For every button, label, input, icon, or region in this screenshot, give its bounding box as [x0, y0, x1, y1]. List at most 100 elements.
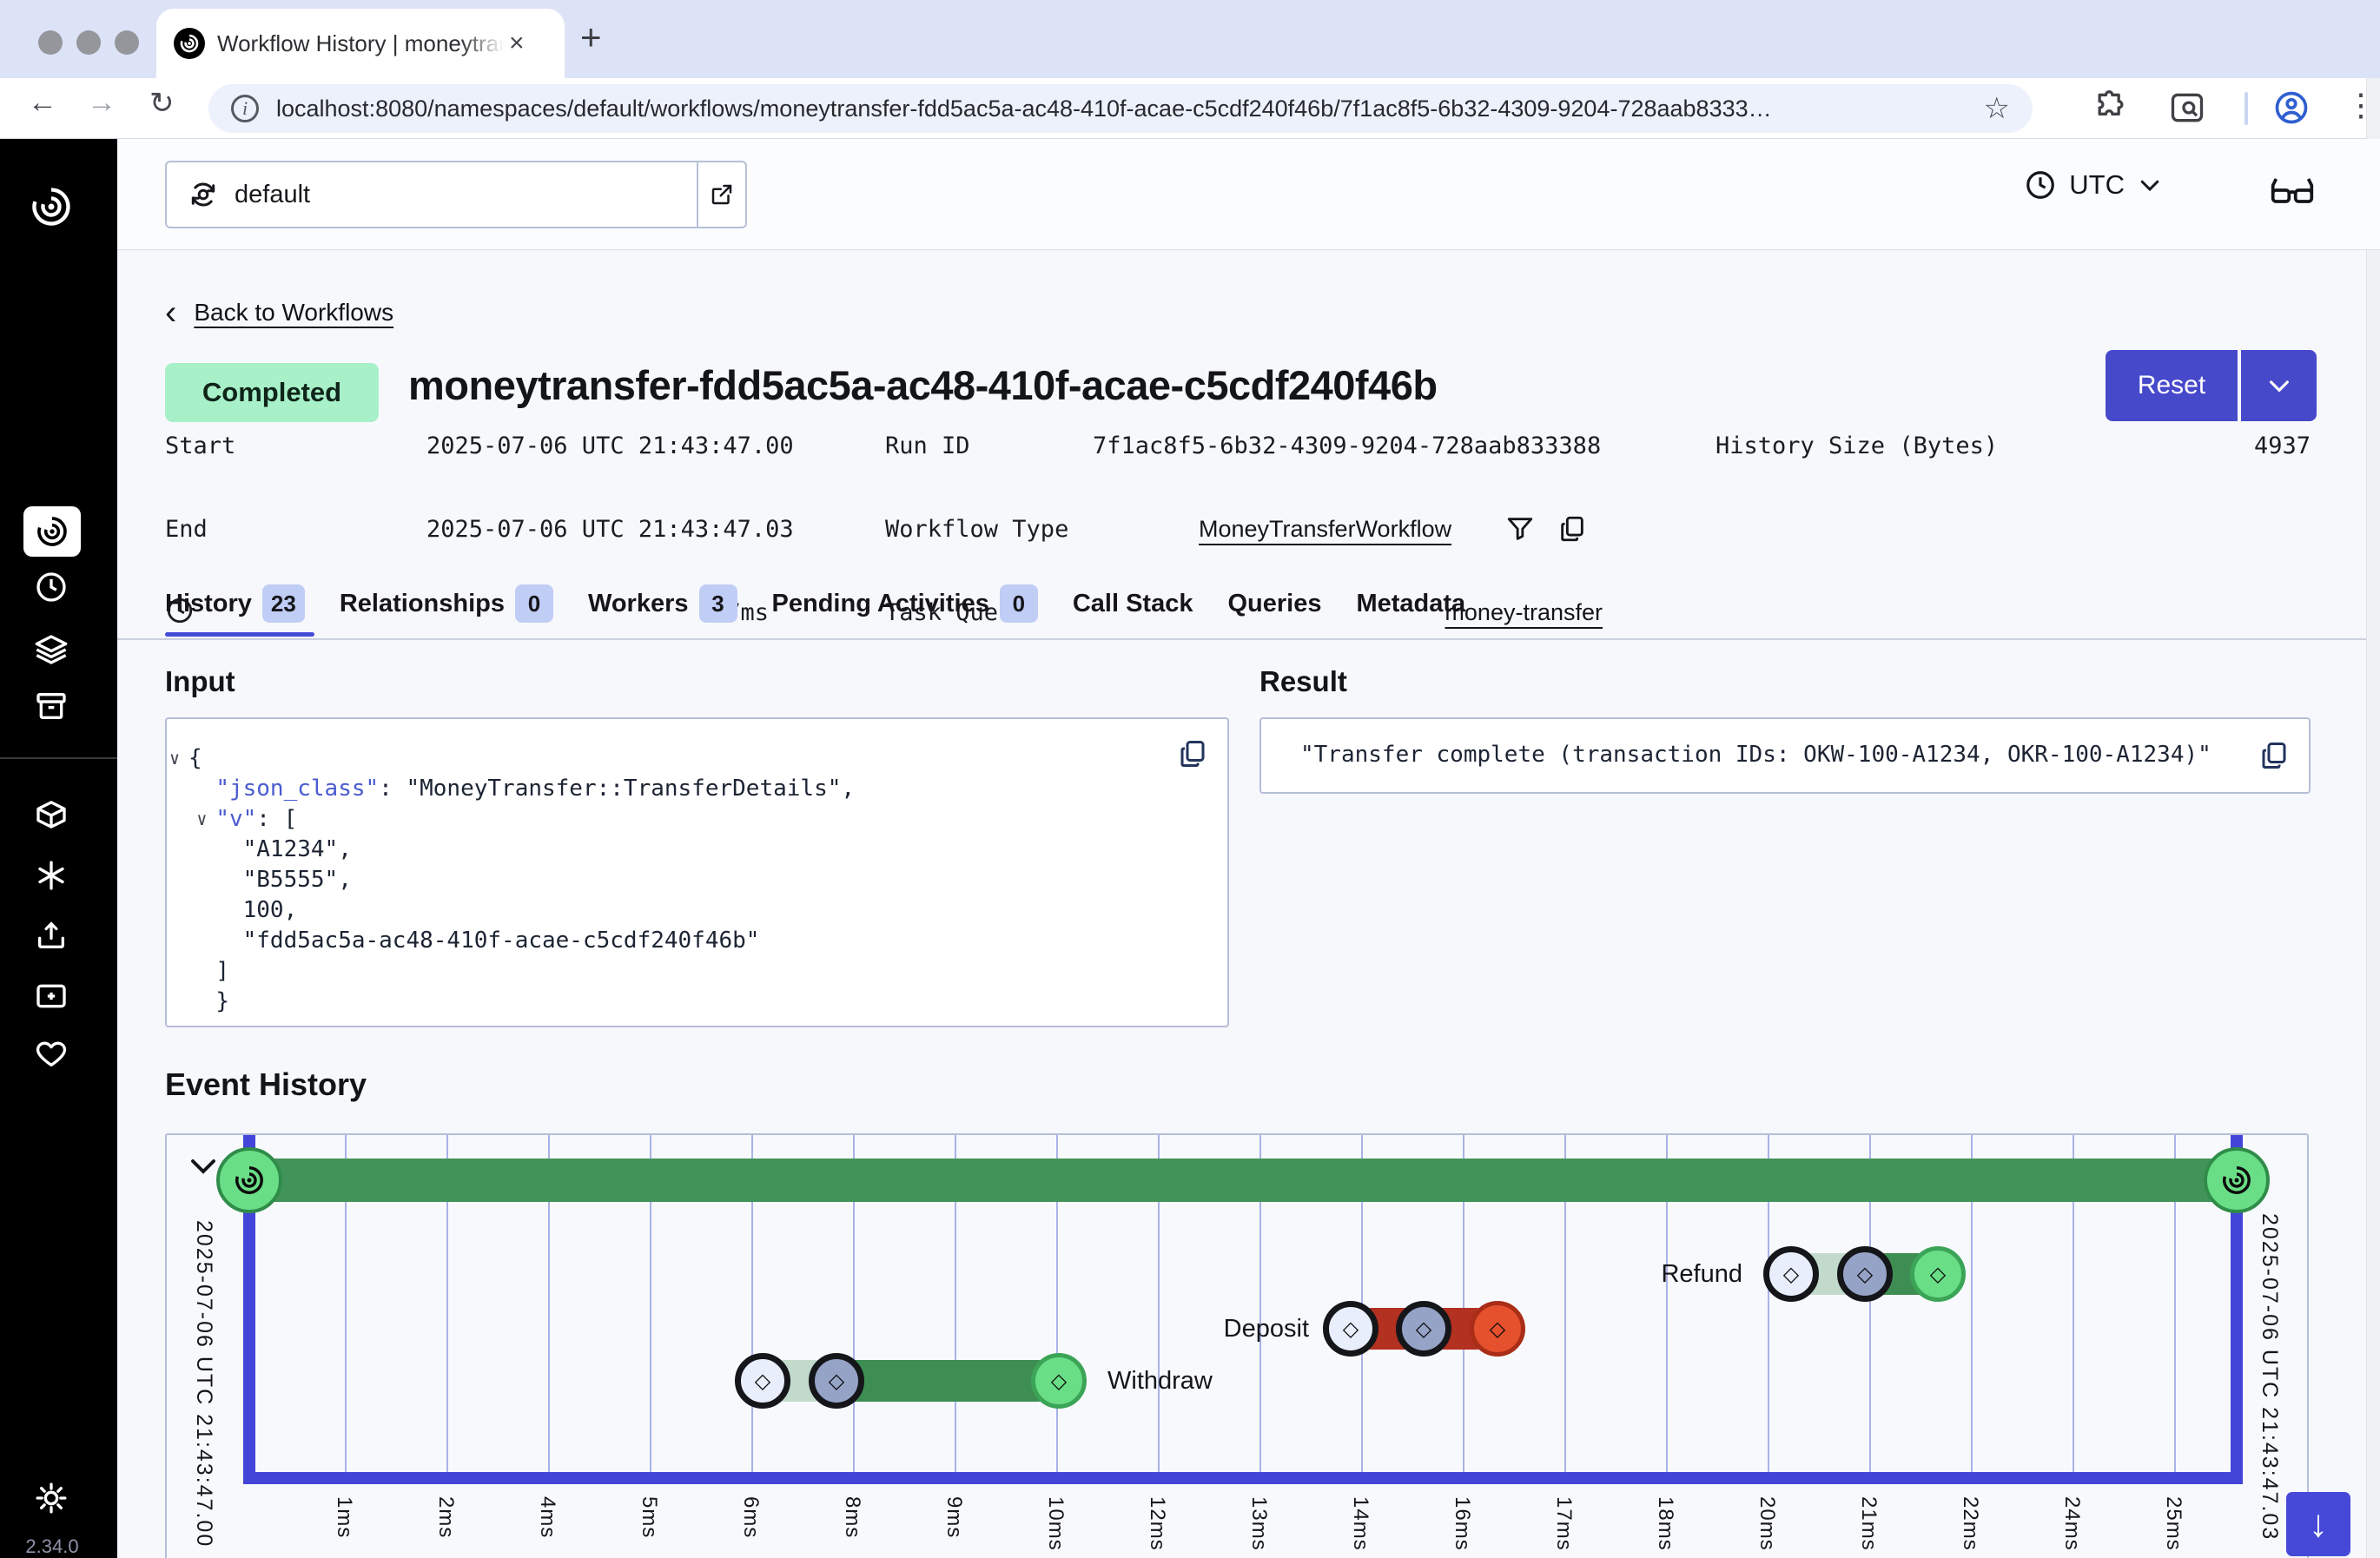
browser-tab[interactable]: Workflow History | moneytran ×	[156, 9, 565, 78]
workflow-started-node[interactable]	[216, 1147, 282, 1213]
window-close-button[interactable]	[38, 30, 63, 55]
window-minimize-button[interactable]	[76, 30, 101, 55]
tab-queries[interactable]: Queries	[1227, 590, 1321, 618]
sidebar-item-schedules[interactable]	[34, 570, 69, 604]
scroll-to-bottom-button[interactable]: ↓	[2286, 1492, 2350, 1556]
withdraw-completed-node[interactable]: ◇	[1031, 1353, 1087, 1409]
bookmark-star-icon[interactable]: ☆	[1984, 91, 2010, 126]
tick-label: 8ms	[840, 1496, 864, 1538]
history-size-value: 4937	[2141, 432, 2311, 459]
workflow-completed-node[interactable]	[2204, 1147, 2270, 1213]
input-heading: Input	[165, 665, 235, 698]
namespace-selector[interactable]: default	[165, 161, 747, 228]
sidebar-item-nexus[interactable]	[34, 797, 69, 832]
labs-glasses-icon[interactable]	[2270, 172, 2315, 208]
tick-label: 2ms	[433, 1496, 458, 1538]
result-value: "Transfer complete (transaction IDs: OKW…	[1300, 742, 2211, 768]
collapse-chevron-icon[interactable]: ∨	[169, 743, 180, 774]
sidebar-item-import[interactable]	[34, 918, 69, 953]
input-json[interactable]: ∨{ "json_class": "MoneyTransfer::Transfe…	[188, 743, 855, 1017]
new-tab-button[interactable]: +	[580, 19, 602, 56]
workflow-execution-bar[interactable]	[249, 1159, 2237, 1202]
tick-label: 10ms	[1043, 1496, 1068, 1551]
tab-search-icon[interactable]	[2168, 89, 2206, 127]
filter-funnel-icon[interactable]	[1505, 514, 1535, 544]
window-zoom-button[interactable]	[115, 30, 139, 55]
timezone-selector[interactable]: UTC	[2024, 168, 2163, 201]
tab-metadata[interactable]: Metadata	[1356, 590, 1465, 618]
deposit-failed-node[interactable]: ◇	[1470, 1301, 1525, 1357]
tab-title: Workflow History | moneytran	[217, 30, 504, 57]
input-copy-icon[interactable]	[1177, 738, 1208, 769]
deposit-started-node[interactable]: ◇	[1396, 1301, 1451, 1357]
sidebar-item-favorites[interactable]	[34, 1036, 69, 1071]
forward-icon[interactable]: →	[87, 86, 116, 120]
withdraw-running-segment[interactable]	[836, 1360, 1059, 1402]
tab-call-stack[interactable]: Call Stack	[1073, 590, 1193, 618]
back-icon[interactable]: ←	[28, 86, 57, 120]
chevron-down-icon	[2137, 172, 2163, 198]
tick-label: 16ms	[1450, 1496, 1474, 1551]
start-label: Start	[165, 432, 235, 459]
tab-pending-activities-count: 0	[1000, 584, 1038, 623]
run-id-label: Run ID	[885, 432, 970, 459]
clock-icon	[2024, 168, 2057, 201]
workflow-type-link[interactable]: MoneyTransferWorkflow	[1199, 516, 1451, 543]
sidebar-item-archive[interactable]	[34, 689, 69, 723]
profile-avatar-icon[interactable]	[2272, 89, 2311, 127]
refund-completed-node[interactable]: ◇	[1910, 1246, 1966, 1302]
workflow-type-label: Workflow Type	[885, 516, 1068, 543]
result-copy-icon[interactable]	[2258, 740, 2290, 771]
back-to-workflows-link[interactable]: Back to Workflows	[194, 299, 393, 327]
reset-split-button: Reset	[2106, 350, 2317, 421]
site-info-icon[interactable]: i	[231, 95, 259, 122]
sidebar-item-task-queues[interactable]	[34, 632, 69, 667]
refund-started-node[interactable]: ◇	[1837, 1246, 1893, 1302]
app-header: default UTC	[117, 139, 2380, 250]
event-history-heading: Event History	[165, 1066, 367, 1103]
deposit-scheduled-node[interactable]: ◇	[1323, 1301, 1378, 1357]
tick-label: 12ms	[1145, 1496, 1169, 1551]
end-label: End	[165, 516, 208, 543]
end-value: 2025-07-06 UTC 21:43:47.03	[426, 516, 794, 543]
tab-relationships[interactable]: Relationships 0	[340, 584, 553, 623]
withdraw-scheduled-node[interactable]: ◇	[735, 1353, 790, 1409]
detail-tabs: History 23 Relationships 0 Workers 3 Pen…	[165, 584, 1465, 623]
ui-version-label: 2.34.0	[0, 1535, 104, 1558]
start-value: 2025-07-06 UTC 21:43:47.00	[426, 432, 794, 459]
reset-dropdown-button[interactable]	[2241, 350, 2317, 421]
event-history-timeline[interactable]: Refund ◇ ◇ ◇ Deposit ◇ ◇ ◇ ◇ ◇ ◇ Withdra…	[165, 1133, 2309, 1558]
workflow-page: ‹ Back to Workflows Completed moneytrans…	[117, 250, 2366, 1558]
tab-workers[interactable]: Workers 3	[588, 584, 737, 623]
result-heading: Result	[1259, 665, 1347, 698]
page-scrollbar[interactable]	[2366, 78, 2380, 1558]
timeline-collapse-chevron-icon[interactable]	[188, 1151, 219, 1182]
address-bar[interactable]: i localhost:8080/namespaces/default/work…	[208, 84, 2033, 133]
reset-button[interactable]: Reset	[2106, 350, 2238, 421]
theme-toggle-sun-icon[interactable]	[34, 1481, 69, 1515]
sidebar-item-feedback[interactable]	[34, 979, 69, 1013]
tab-history[interactable]: History 23	[165, 584, 305, 623]
copy-icon[interactable]	[1557, 514, 1587, 544]
tab-close-icon[interactable]: ×	[509, 30, 525, 56]
timeline-bottom-axis	[243, 1472, 2243, 1484]
tab-pending-activities[interactable]: Pending Activities 0	[772, 584, 1038, 623]
tab-relationships-count: 0	[515, 584, 553, 623]
url-text[interactable]: localhost:8080/namespaces/default/workfl…	[276, 96, 1973, 122]
workflows-spiral-icon	[35, 514, 69, 549]
workflow-metadata: Start 2025-07-06 UTC 21:43:47.00 End 202…	[117, 432, 2366, 589]
sidebar-item-workflows[interactable]	[23, 506, 81, 557]
back-chevron-icon: ‹	[165, 295, 176, 330]
temporal-favicon-icon	[174, 28, 205, 59]
result-card: "Transfer complete (transaction IDs: OKW…	[1259, 717, 2311, 794]
namespace-external-link-icon[interactable]	[697, 162, 745, 227]
reload-icon[interactable]: ↻	[149, 86, 175, 121]
temporal-logo-icon[interactable]	[29, 184, 74, 229]
tab-history-count: 23	[262, 584, 305, 623]
collapse-chevron-icon[interactable]: ∨	[196, 804, 207, 835]
sidebar-item-batch-operations[interactable]	[34, 858, 69, 893]
extensions-puzzle-icon[interactable]	[2092, 89, 2130, 127]
withdraw-started-node[interactable]: ◇	[809, 1353, 864, 1409]
tick-label: 13ms	[1246, 1496, 1271, 1551]
refund-scheduled-node[interactable]: ◇	[1763, 1246, 1819, 1302]
